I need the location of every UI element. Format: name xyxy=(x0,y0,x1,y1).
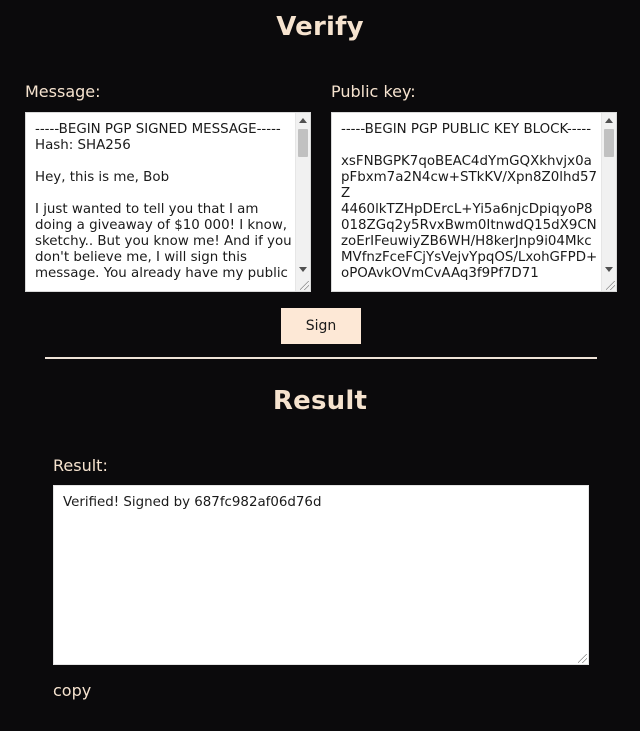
copy-link[interactable]: copy xyxy=(53,681,91,700)
message-textarea[interactable]: -----BEGIN PGP SIGNED MESSAGE----- Hash:… xyxy=(25,112,311,292)
result-label: Result: xyxy=(53,456,108,475)
scroll-down-icon[interactable] xyxy=(605,267,613,272)
verify-heading: Verify xyxy=(276,12,364,42)
resize-grip-icon[interactable] xyxy=(606,281,615,290)
message-scrollbar[interactable] xyxy=(295,113,310,291)
scroll-up-icon[interactable] xyxy=(299,118,307,123)
message-text: -----BEGIN PGP SIGNED MESSAGE----- Hash:… xyxy=(35,122,292,281)
resize-grip-icon[interactable] xyxy=(578,654,587,663)
result-heading: Result xyxy=(272,386,368,416)
page: Verify Message: Public key: -----BEGIN P… xyxy=(0,0,640,731)
result-text: Verified! Signed by 687fc982af06d76d xyxy=(63,495,322,510)
public-key-label: Public key: xyxy=(331,82,416,101)
section-divider xyxy=(45,357,597,359)
message-label: Message: xyxy=(25,82,101,101)
scroll-thumb[interactable] xyxy=(604,129,614,157)
public-key-textarea[interactable]: -----BEGIN PGP PUBLIC KEY BLOCK----- xsF… xyxy=(331,112,617,292)
result-textarea[interactable]: Verified! Signed by 687fc982af06d76d xyxy=(53,485,589,665)
scroll-down-icon[interactable] xyxy=(299,267,307,272)
sign-button[interactable]: Sign xyxy=(281,308,361,344)
scroll-thumb[interactable] xyxy=(298,129,308,157)
public-key-text: -----BEGIN PGP PUBLIC KEY BLOCK----- xsF… xyxy=(341,122,598,281)
public-key-scrollbar[interactable] xyxy=(601,113,616,291)
scroll-up-icon[interactable] xyxy=(605,118,613,123)
resize-grip-icon[interactable] xyxy=(300,281,309,290)
